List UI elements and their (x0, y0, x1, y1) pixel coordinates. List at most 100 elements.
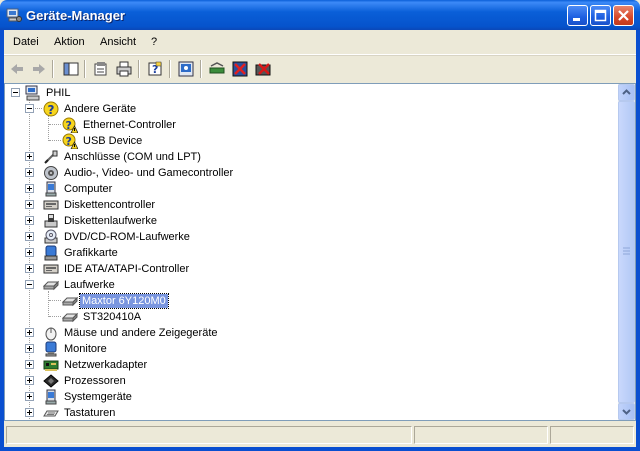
tree-connector (49, 316, 61, 318)
computer-icon (45, 181, 57, 197)
status-bar (4, 423, 636, 447)
collapse-toggle-laufwerke[interactable] (25, 280, 34, 289)
window-title: Geräte-Manager (26, 8, 125, 23)
tree-node-label-selected: Maxtor 6Y120M0 (79, 293, 169, 309)
close-icon (618, 10, 629, 21)
tree-node-label: Tastaturen (64, 407, 116, 419)
window-frame-right (636, 30, 640, 451)
drive-icon (62, 312, 78, 323)
print-icon[interactable] (115, 60, 133, 78)
tree-node-label: Grafikkarte (64, 247, 118, 259)
device-manager-window: Geräte-Manager Datei Aktion Ansicht ? ? (0, 0, 640, 451)
toolbar-separator (84, 60, 86, 78)
expand-toggle-systemgeraete[interactable] (25, 392, 34, 401)
tree-connector (29, 99, 31, 420)
scroll-down-button[interactable] (618, 403, 635, 420)
tree-node-label: Ethernet-Controller (83, 119, 176, 131)
tree-node-label: Diskettenlaufwerke (64, 215, 157, 227)
tree-node-label: Laufwerke (64, 279, 115, 291)
floppy-icon (44, 214, 58, 228)
scroll-thumb[interactable] (618, 101, 635, 403)
console-tree-icon[interactable] (62, 60, 80, 78)
menu-bar: Datei Aktion Ansicht ? (4, 30, 636, 55)
warning-device-icon: ? (62, 117, 78, 133)
expand-toggle-maeuse[interactable] (25, 328, 34, 337)
forward-arrow-icon[interactable] (30, 60, 48, 78)
monitor-icon (45, 341, 57, 357)
expand-toggle-netzwerkadapter[interactable] (25, 360, 34, 369)
properties-icon[interactable] (92, 60, 110, 78)
menu-ansicht[interactable]: Ansicht (100, 36, 136, 48)
toolbar-separator (200, 60, 202, 78)
tree-node-label: Prozessoren (64, 375, 126, 387)
unknown-device-icon: ? (43, 101, 59, 117)
toolbar-separator (138, 60, 140, 78)
controller-icon (43, 200, 59, 210)
expand-toggle-andere-geraete[interactable] (25, 104, 34, 113)
scan-hardware-icon[interactable] (177, 60, 195, 78)
expand-toggle-computer[interactable] (25, 184, 34, 193)
status-panel-2 (414, 426, 548, 444)
scroll-up-button[interactable] (618, 84, 635, 101)
vertical-scrollbar[interactable] (618, 84, 635, 420)
back-arrow-icon[interactable] (8, 60, 26, 78)
expand-toggle-dvd[interactable] (25, 232, 34, 241)
tree-node-label: Netzwerkadapter (64, 359, 148, 371)
tree-node-label: DVD/CD-ROM-Laufwerke (64, 231, 190, 243)
expand-toggle-monitore[interactable] (25, 344, 34, 353)
menu-datei[interactable]: Datei (13, 36, 39, 48)
computer-icon (25, 85, 40, 101)
root-collapse-toggle[interactable] (11, 88, 20, 97)
tree-node-label: Andere Geräte (64, 103, 137, 115)
tree-node-label: ST320410A (83, 311, 142, 323)
title-bar[interactable]: Geräte-Manager (0, 0, 640, 30)
keyboard-icon (43, 410, 59, 417)
expand-toggle-diskettenlaufwerke[interactable] (25, 216, 34, 225)
scroll-up-arrow-icon (622, 89, 631, 95)
minimize-button[interactable] (567, 5, 588, 26)
tree-node-label: Anschlüsse (COM und LPT) (64, 151, 201, 163)
expand-toggle-grafikkarte[interactable] (25, 248, 34, 257)
cdrom-icon (44, 229, 58, 244)
expand-toggle-prozessoren[interactable] (25, 376, 34, 385)
tree-node-label: Computer (64, 183, 113, 195)
tree-connector (49, 124, 61, 126)
expand-toggle-audio[interactable] (25, 168, 34, 177)
speaker-icon (44, 166, 58, 180)
window-frame-bottom (0, 447, 640, 451)
warning-device-icon: ? (62, 133, 78, 149)
tree-node-label: IDE ATA/ATAPI-Controller (64, 263, 190, 275)
device-tree[interactable]: PHIL ? Andere Geräte ? Ethernet-Controll… (4, 83, 636, 421)
menu-aktion[interactable]: Aktion (54, 36, 85, 48)
tree-root-label: PHIL (46, 87, 71, 99)
help-icon[interactable]: ? (146, 60, 164, 78)
uninstall-device-icon[interactable] (254, 60, 272, 78)
tree-connector (48, 291, 50, 317)
menu-help[interactable]: ? (151, 36, 157, 48)
expand-toggle-diskettencontroller[interactable] (25, 200, 34, 209)
svg-text:?: ? (66, 119, 72, 132)
expand-toggle-tastaturen[interactable] (25, 408, 34, 417)
controller-icon (43, 264, 59, 274)
close-button[interactable] (613, 5, 634, 26)
tree-connector (48, 115, 50, 141)
status-panel-3 (550, 426, 634, 444)
expand-toggle-anschluesse[interactable] (25, 152, 34, 161)
expand-toggle-ide[interactable] (25, 264, 34, 273)
maximize-button[interactable] (590, 5, 611, 26)
update-driver-icon[interactable] (208, 60, 226, 78)
tree-node-label: Monitore (64, 343, 107, 355)
toolbar-separator (169, 60, 171, 78)
tree-connector (49, 300, 61, 302)
status-panel-main (6, 426, 412, 444)
mouse-icon (45, 327, 57, 341)
toolbar: ? (4, 55, 636, 82)
port-icon (44, 150, 58, 164)
disable-device-icon[interactable] (231, 60, 249, 78)
device-manager-app-icon (6, 8, 22, 22)
scroll-down-arrow-icon (622, 409, 631, 415)
processor-icon (43, 374, 59, 388)
grip-icon (623, 247, 630, 255)
tree-node-label: Systemgeräte (64, 391, 132, 403)
network-adapter-icon (43, 360, 59, 371)
